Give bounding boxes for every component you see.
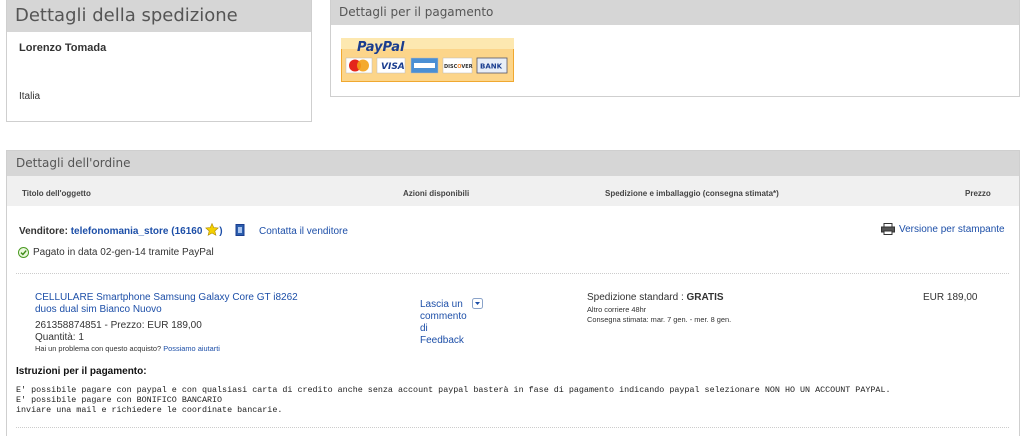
column-header-bar bbox=[7, 176, 1019, 206]
leave-feedback-link[interactable]: Lascia un commento di Feedback bbox=[420, 299, 467, 347]
svg-text:BANK: BANK bbox=[480, 63, 503, 71]
divider bbox=[16, 427, 1009, 428]
instructions-line-2: E' possibile pagare con BONIFICO BANCARI… bbox=[16, 395, 223, 405]
order-details-panel: Dettagli dell'ordine Titolo dell'oggetto… bbox=[6, 150, 1020, 436]
item-problem-text: Hai un problema con questo acquisto? bbox=[35, 344, 162, 353]
seller-label: Venditore: bbox=[19, 226, 68, 237]
column-shipping: Spedizione e imballaggio (consegna stima… bbox=[605, 189, 779, 198]
paypal-logo: PayPal VISA DISCOVER BANK bbox=[341, 38, 514, 82]
feedback-line-4[interactable]: Feedback bbox=[420, 335, 464, 346]
paid-status: Pagato in data 02-gen-14 tramite PayPal bbox=[33, 247, 214, 258]
item-quantity: Quantità: 1 bbox=[35, 332, 84, 343]
item-help-link[interactable]: Possiamo aiutarti bbox=[163, 344, 220, 353]
column-actions: Azioni disponibili bbox=[403, 189, 470, 198]
printer-icon[interactable] bbox=[881, 223, 895, 235]
seller-row: Venditore: telefonomania_store (16160 ) bbox=[19, 222, 223, 237]
shipping-service-value: GRATIS bbox=[686, 292, 724, 303]
check-circle-icon bbox=[18, 247, 29, 258]
item-price: EUR 189,00 bbox=[923, 292, 978, 303]
divider bbox=[16, 273, 1009, 274]
shipping-service-label: Spedizione standard : bbox=[587, 292, 687, 303]
payment-details-title: Dettagli per il pagamento bbox=[331, 0, 1019, 25]
shipping-name: Lorenzo Tomada bbox=[19, 42, 107, 54]
shipping-details-panel: Dettagli della spedizione Lorenzo Tomada… bbox=[6, 0, 312, 122]
actions-dropdown-icon[interactable] bbox=[472, 298, 483, 309]
svg-text:VISA: VISA bbox=[381, 62, 405, 72]
instructions-line-1: E' possibile pagare con paypal e con qua… bbox=[16, 385, 891, 395]
item-problem-row: Hai un problema con questo acquisto? Pos… bbox=[35, 344, 220, 353]
column-price: Prezzo bbox=[965, 189, 991, 198]
instructions-line-3: inviare una mail e richiedere le coordin… bbox=[16, 405, 283, 415]
contact-seller-link[interactable]: Contatta il venditore bbox=[259, 226, 348, 237]
instructions-title: Istruzioni per il pagamento: bbox=[16, 366, 147, 377]
shipping-alt: Altro corriere 48hr bbox=[587, 305, 647, 314]
feedback-line-3[interactable]: di bbox=[420, 323, 428, 334]
print-version-link[interactable]: Versione per stampante bbox=[899, 224, 1005, 235]
feedback-close: ) bbox=[219, 226, 223, 237]
star-icon bbox=[205, 222, 220, 236]
svg-text:DISCOVER: DISCOVER bbox=[444, 64, 473, 70]
feedback-line-1[interactable]: Lascia un bbox=[420, 299, 463, 310]
shipping-country: Italia bbox=[19, 91, 41, 102]
shipping-estimate: Consegna stimata: mar. 7 gen. - mer. 8 g… bbox=[587, 315, 732, 324]
payment-details-panel: Dettagli per il pagamento PayPal VISA DI… bbox=[330, 0, 1020, 97]
paypal-logo-text: PayPal bbox=[357, 40, 405, 55]
seller-name-link[interactable]: telefonomania_store bbox=[71, 226, 169, 237]
feedback-line-2[interactable]: commento bbox=[420, 311, 467, 322]
shipping-details-title: Dettagli della spedizione bbox=[7, 0, 311, 32]
column-item-title: Titolo dell'oggetto bbox=[22, 189, 91, 198]
shipping-service: Spedizione standard : GRATIS bbox=[587, 292, 724, 303]
contact-icon[interactable] bbox=[235, 224, 245, 236]
item-id-price: 261358874851 - Prezzo: EUR 189,00 bbox=[35, 320, 202, 331]
item-title-line1[interactable]: CELLULARE Smartphone Samsung Galaxy Core… bbox=[35, 292, 298, 303]
feedback-score-link[interactable]: 16160 bbox=[175, 226, 203, 237]
order-details-title: Dettagli dell'ordine bbox=[7, 151, 1019, 176]
item-title-line2[interactable]: duos dual sim Bianco Nuovo bbox=[35, 304, 162, 315]
